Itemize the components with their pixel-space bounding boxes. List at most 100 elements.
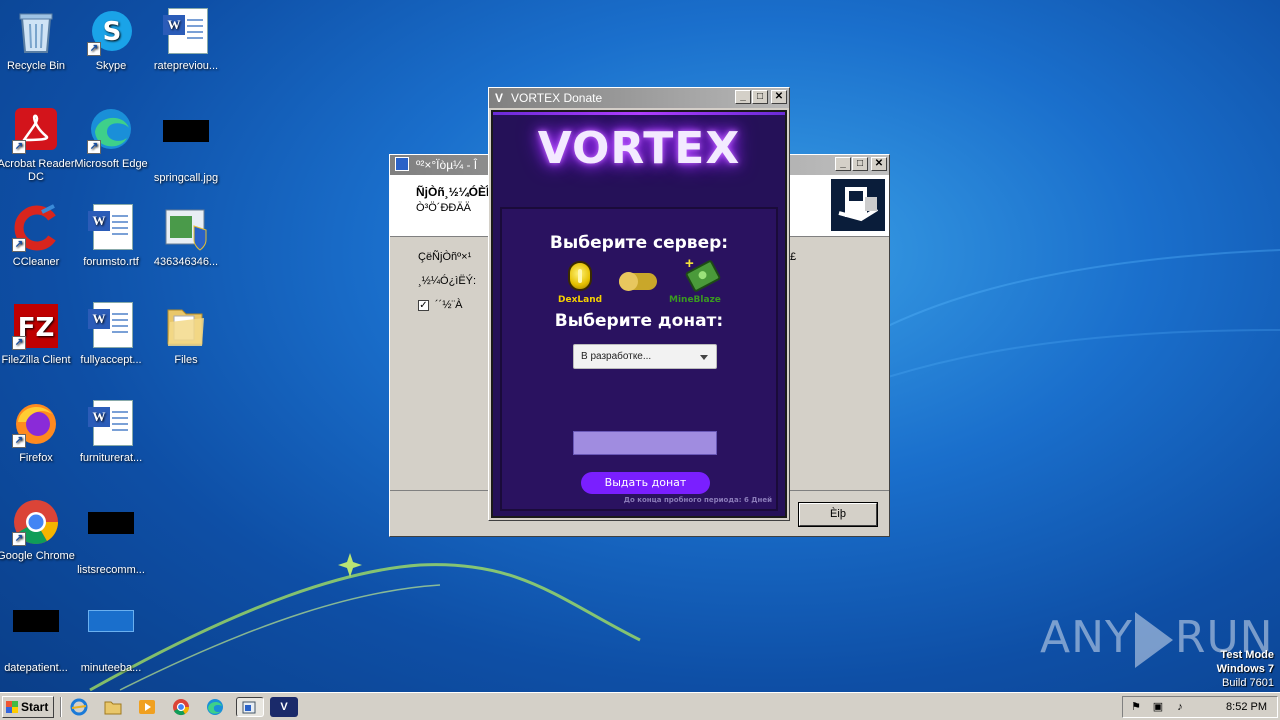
desktop-icon-label: Skype <box>95 60 127 72</box>
desktop-icon-ratepreviou[interactable]: W ratepreviou... <box>146 8 226 73</box>
folder-icon <box>162 302 210 350</box>
desktop-icon-firefox[interactable]: ↗ Firefox <box>0 400 76 465</box>
installer-checkbox[interactable]: ✓ <box>418 299 429 311</box>
network-icon[interactable]: ▣ <box>1151 700 1165 714</box>
maximize-button[interactable]: □ <box>852 157 868 171</box>
vortex-logo: VORTEX <box>537 123 741 174</box>
recycle-bin-icon <box>12 8 60 56</box>
desktop-icon-edge[interactable]: ↗ Microsoft Edge <box>71 106 151 171</box>
taskbar: Start V ⚑ ▣ ♪ 8:52 PM <box>0 692 1280 720</box>
desktop-icon-forumsto[interactable]: W forumsto.rtf <box>71 204 151 269</box>
desktop-icon-acrobat[interactable]: ↗ Acrobat Reader DC <box>0 106 76 184</box>
start-label: Start <box>21 700 49 714</box>
installer-additional-label: ¸½¼Ó¿ìËÝ: <box>418 275 477 287</box>
minimize-button[interactable]: _ <box>735 90 751 104</box>
dexland-coin-icon[interactable] <box>568 261 592 291</box>
vortex-content: VORTEX Выберите сервер: DexLand + MineBl… <box>491 110 787 518</box>
setup-computer-icon <box>831 179 885 231</box>
desktop-icon-label: Files <box>174 354 198 366</box>
desktop-icon-label: listsrecomm... <box>77 564 145 576</box>
desktop-icon-files[interactable]: Files <box>146 302 226 367</box>
installer-taskbar-button[interactable] <box>236 697 264 717</box>
close-button[interactable]: ✕ <box>771 90 787 104</box>
desktop-icon-furniturerat[interactable]: W furniturerat... <box>71 400 151 465</box>
svg-text:S: S <box>103 17 122 47</box>
donate-select-value: В разработке... <box>581 351 652 362</box>
taskbar-separator <box>60 697 62 717</box>
chevron-down-icon <box>700 355 708 360</box>
installer-body-suffix: £ <box>790 251 797 263</box>
desktop-icon-label: Acrobat Reader DC <box>0 158 75 183</box>
desktop-icon-fullyaccept[interactable]: W fullyaccept... <box>71 302 151 367</box>
vortex-panel: Выберите сервер: DexLand + MineBlaze Выб… <box>500 207 778 511</box>
vortex-titlebar[interactable]: V VORTEX Donate _ □ ✕ <box>489 88 789 108</box>
shortcut-arrow-icon: ↗ <box>12 434 26 448</box>
desktop-icon-springcall[interactable]: springcall.jpg <box>146 106 226 185</box>
desktop-icon-label: minuteeba... <box>80 662 142 674</box>
desktop-icon-ccleaner[interactable]: ↗ CCleaner <box>0 204 76 269</box>
firefox-icon: ↗ <box>12 400 60 448</box>
word-document-icon: W <box>87 204 135 252</box>
volume-icon[interactable]: ♪ <box>1173 700 1187 714</box>
desktop-icon-recycle-bin[interactable]: Recycle Bin <box>0 8 76 73</box>
desktop-icon-datepatient[interactable]: datepatient... <box>0 596 76 675</box>
clock[interactable]: 8:52 PM <box>1226 701 1267 713</box>
maximize-button[interactable]: □ <box>752 90 768 104</box>
desktop-icon-label: FileZilla Client <box>1 354 71 366</box>
image-thumbnail-icon <box>12 610 60 658</box>
desktop-icon-chrome[interactable]: ↗ Google Chrome <box>0 498 76 563</box>
explorer-icon[interactable] <box>102 697 124 717</box>
ie-icon[interactable] <box>68 697 90 717</box>
shortcut-arrow-icon: ↗ <box>12 336 26 350</box>
desktop-icon-label: datepatient... <box>4 662 68 674</box>
installer-title: º²×°Ïòµ¼ - Î <box>416 158 478 172</box>
start-button[interactable]: Start <box>2 696 54 718</box>
vortex-taskbar-button[interactable]: V <box>270 697 298 717</box>
edge-taskbar-icon[interactable] <box>204 697 226 717</box>
acrobat-icon: ↗ <box>12 106 60 154</box>
desktop-icon-436346346[interactable]: 436346346... <box>146 204 226 269</box>
desktop-icon-label: forumsto.rtf <box>83 256 139 268</box>
close-button[interactable]: ✕ <box>871 157 887 171</box>
server-toggle[interactable] <box>619 272 657 291</box>
system-tray: ⚑ ▣ ♪ 8:52 PM <box>1122 696 1278 718</box>
nickname-input[interactable] <box>573 431 717 455</box>
shortcut-arrow-icon: ↗ <box>12 140 26 154</box>
desktop-icon-listsrecomm[interactable]: listsrecomm... <box>71 498 151 577</box>
installer-icon <box>162 204 210 252</box>
desktop-icon-minuteeba[interactable]: minuteeba... <box>71 596 151 675</box>
vortex-window[interactable]: V VORTEX Donate _ □ ✕ VORTEX Выберите се… <box>488 87 790 521</box>
skype-icon: S ↗ <box>87 8 135 56</box>
installer-checkbox-label: ´´½¨À <box>435 299 463 311</box>
minimize-button[interactable]: _ <box>835 157 851 171</box>
choose-donate-heading: Выберите донат: <box>554 311 724 331</box>
chrome-icon: ↗ <box>12 498 60 546</box>
filezilla-icon: FZ ↗ <box>12 302 60 350</box>
installer-next-button[interactable]: Èiþ <box>798 502 878 527</box>
trial-period-text: До конца пробного периода: 6 Дней <box>623 496 772 504</box>
server-label-mineblaze: MineBlaze <box>669 295 721 305</box>
media-player-icon[interactable] <box>136 697 158 717</box>
give-donate-button[interactable]: Выдать донат <box>581 472 710 494</box>
desktop-icon-label: Google Chrome <box>0 550 75 562</box>
edge-icon: ↗ <box>87 106 135 154</box>
desktop-icon-skype[interactable]: S ↗ Skype <box>71 8 151 73</box>
vortex-app-icon: V <box>495 91 504 105</box>
desktop-icon-label: Recycle Bin <box>6 60 66 72</box>
word-document-icon: W <box>87 400 135 448</box>
toggle-knob <box>619 272 638 291</box>
server-switch-area: DexLand + MineBlaze <box>502 255 776 309</box>
donate-select[interactable]: В разработке... <box>573 344 717 369</box>
test-mode-line3: Build 7601 <box>1222 677 1274 689</box>
word-document-icon: W <box>87 302 135 350</box>
choose-server-heading: Выберите сервер: <box>549 233 729 253</box>
test-mode-notice: Test Mode Windows 7 Build 7601 <box>1217 648 1274 690</box>
desktop-icon-filezilla[interactable]: FZ ↗ FileZilla Client <box>0 302 76 367</box>
vortex-top-accent <box>493 112 785 115</box>
desktop-icon-label: Firefox <box>19 452 53 464</box>
image-thumbnail-icon <box>162 120 210 168</box>
desktop-icon-label: furniturerat... <box>79 452 143 464</box>
desktop-icon-label: ratepreviou... <box>153 60 219 72</box>
chrome-taskbar-icon[interactable] <box>170 697 192 717</box>
flag-icon[interactable]: ⚑ <box>1129 700 1143 714</box>
